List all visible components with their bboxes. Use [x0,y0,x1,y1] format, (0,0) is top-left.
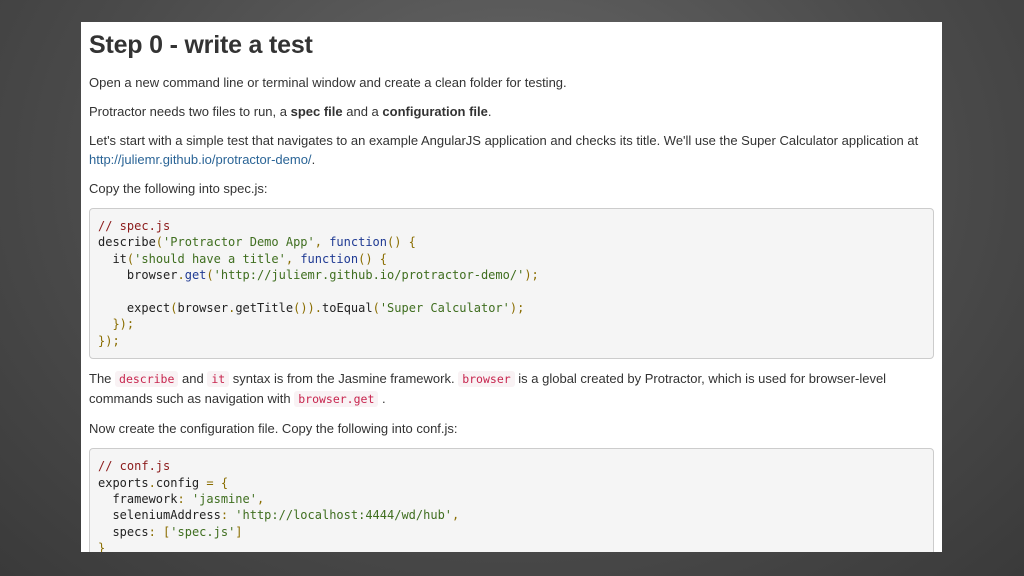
page-title: Step 0 - write a test [89,31,313,59]
configuration-file-term: configuration file [382,104,488,119]
jasmine-paragraph: The describe and it syntax is from the J… [89,371,887,408]
it-inline-code: it [207,371,230,388]
example-paragraph: Let's start with a simple test that navi… [89,133,919,167]
browser-get-inline-code: browser.get [294,391,379,408]
copy-conf-paragraph: Now create the configuration file. Copy … [89,421,458,437]
files-paragraph: Protractor needs two files to run, a spe… [89,104,492,119]
protractor-demo-link[interactable]: http://juliemr.github.io/protractor-demo… [89,152,312,167]
copy-spec-paragraph: Copy the following into spec.js: [89,181,268,196]
describe-inline-code: describe [115,371,179,388]
spec-code-block[interactable]: // spec.js describe('Protractor Demo App… [89,208,934,360]
conf-code-block[interactable]: // conf.js exports.config = { framework:… [89,448,934,552]
browser-inline-code: browser [458,371,515,388]
intro-paragraph: Open a new command line or terminal wind… [89,75,567,90]
documentation-page: Step 0 - write a test Open a new command… [81,22,942,552]
spec-file-term: spec file [290,104,343,119]
